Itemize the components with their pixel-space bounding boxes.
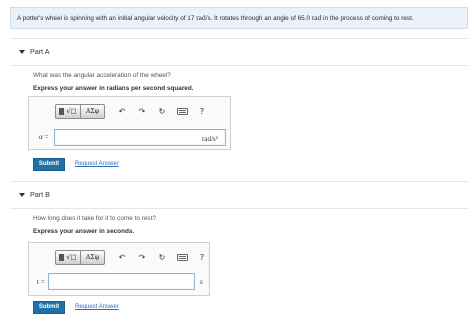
collapse-caret-icon[interactable] — [19, 193, 25, 197]
template-square-icon — [59, 253, 65, 261]
part-a-header[interactable]: Part A — [10, 38, 468, 66]
part-b-instruction: Express your answer in seconds. — [33, 228, 135, 235]
part-b-submit-button[interactable]: Submit — [33, 301, 65, 314]
templates-label: √□ — [66, 253, 77, 261]
part-b-unit: s — [200, 278, 203, 286]
reset-icon[interactable]: ↻ — [153, 104, 171, 119]
help-icon[interactable]: ? — [193, 104, 211, 119]
part-b-question: How long does it take for it to come to … — [33, 215, 156, 222]
templates-label: √□ — [66, 107, 77, 115]
collapse-caret-icon[interactable] — [19, 50, 25, 54]
part-b-request-answer-link[interactable]: Request Answer — [75, 304, 119, 310]
part-b-header[interactable]: Part B — [10, 181, 468, 209]
keyboard-button[interactable] — [173, 250, 191, 265]
undo-icon[interactable]: ↶ — [113, 250, 131, 265]
part-a-question: What was the angular acceleration of the… — [33, 72, 171, 79]
part-a-submit-button[interactable]: Submit — [33, 158, 65, 171]
undo-icon[interactable]: ↶ — [113, 104, 131, 119]
problem-text-3: in the process of coming to rest. — [321, 15, 414, 22]
alpha-answer-input[interactable] — [54, 129, 226, 146]
part-b-answer-editor: √□ ΑΣφ ↶ ↷ ↻ ? t = — [28, 242, 210, 296]
keyboard-icon — [176, 107, 188, 115]
alpha-label: α = — [39, 133, 49, 141]
part-a-title: Part A — [30, 47, 50, 56]
angle-unit: rad — [311, 13, 322, 22]
problem-text-1: A potter's wheel is spinning with an ini… — [17, 15, 197, 22]
keyboard-button[interactable] — [173, 104, 191, 119]
templates-button[interactable]: √□ — [55, 103, 81, 119]
part-a-answer-editor: √□ ΑΣφ ↶ ↷ ↻ ? α = — [28, 96, 231, 150]
problem-statement: A potter's wheel is spinning with an ini… — [10, 7, 468, 29]
part-a-instruction: Express your answer in radians per secon… — [33, 85, 194, 92]
part-a-request-answer-link[interactable]: Request Answer — [75, 161, 119, 167]
part-b-toolbar: √□ ΑΣφ ↶ ↷ ↻ ? — [55, 249, 211, 265]
part-a-unit: rad/s² — [202, 135, 218, 143]
part-b-title: Part B — [30, 190, 50, 199]
help-icon[interactable]: ? — [193, 250, 211, 265]
templates-button[interactable]: √□ — [55, 249, 81, 265]
greek-symbols-button[interactable]: ΑΣφ — [81, 103, 105, 119]
t-answer-input[interactable] — [48, 273, 195, 290]
greek-symbols-button[interactable]: ΑΣφ — [81, 249, 105, 265]
velocity-unit: rad/s — [196, 13, 211, 22]
reset-icon[interactable]: ↻ — [153, 250, 171, 265]
redo-icon[interactable]: ↷ — [133, 104, 151, 119]
part-a-toolbar: √□ ΑΣφ ↶ ↷ ↻ ? — [55, 103, 211, 119]
template-square-icon — [59, 107, 65, 115]
problem-text-2: . It rotates through an angle of 65.0 — [210, 15, 312, 22]
keyboard-icon — [176, 253, 188, 261]
redo-icon[interactable]: ↷ — [133, 250, 151, 265]
t-label: t = — [37, 278, 45, 286]
